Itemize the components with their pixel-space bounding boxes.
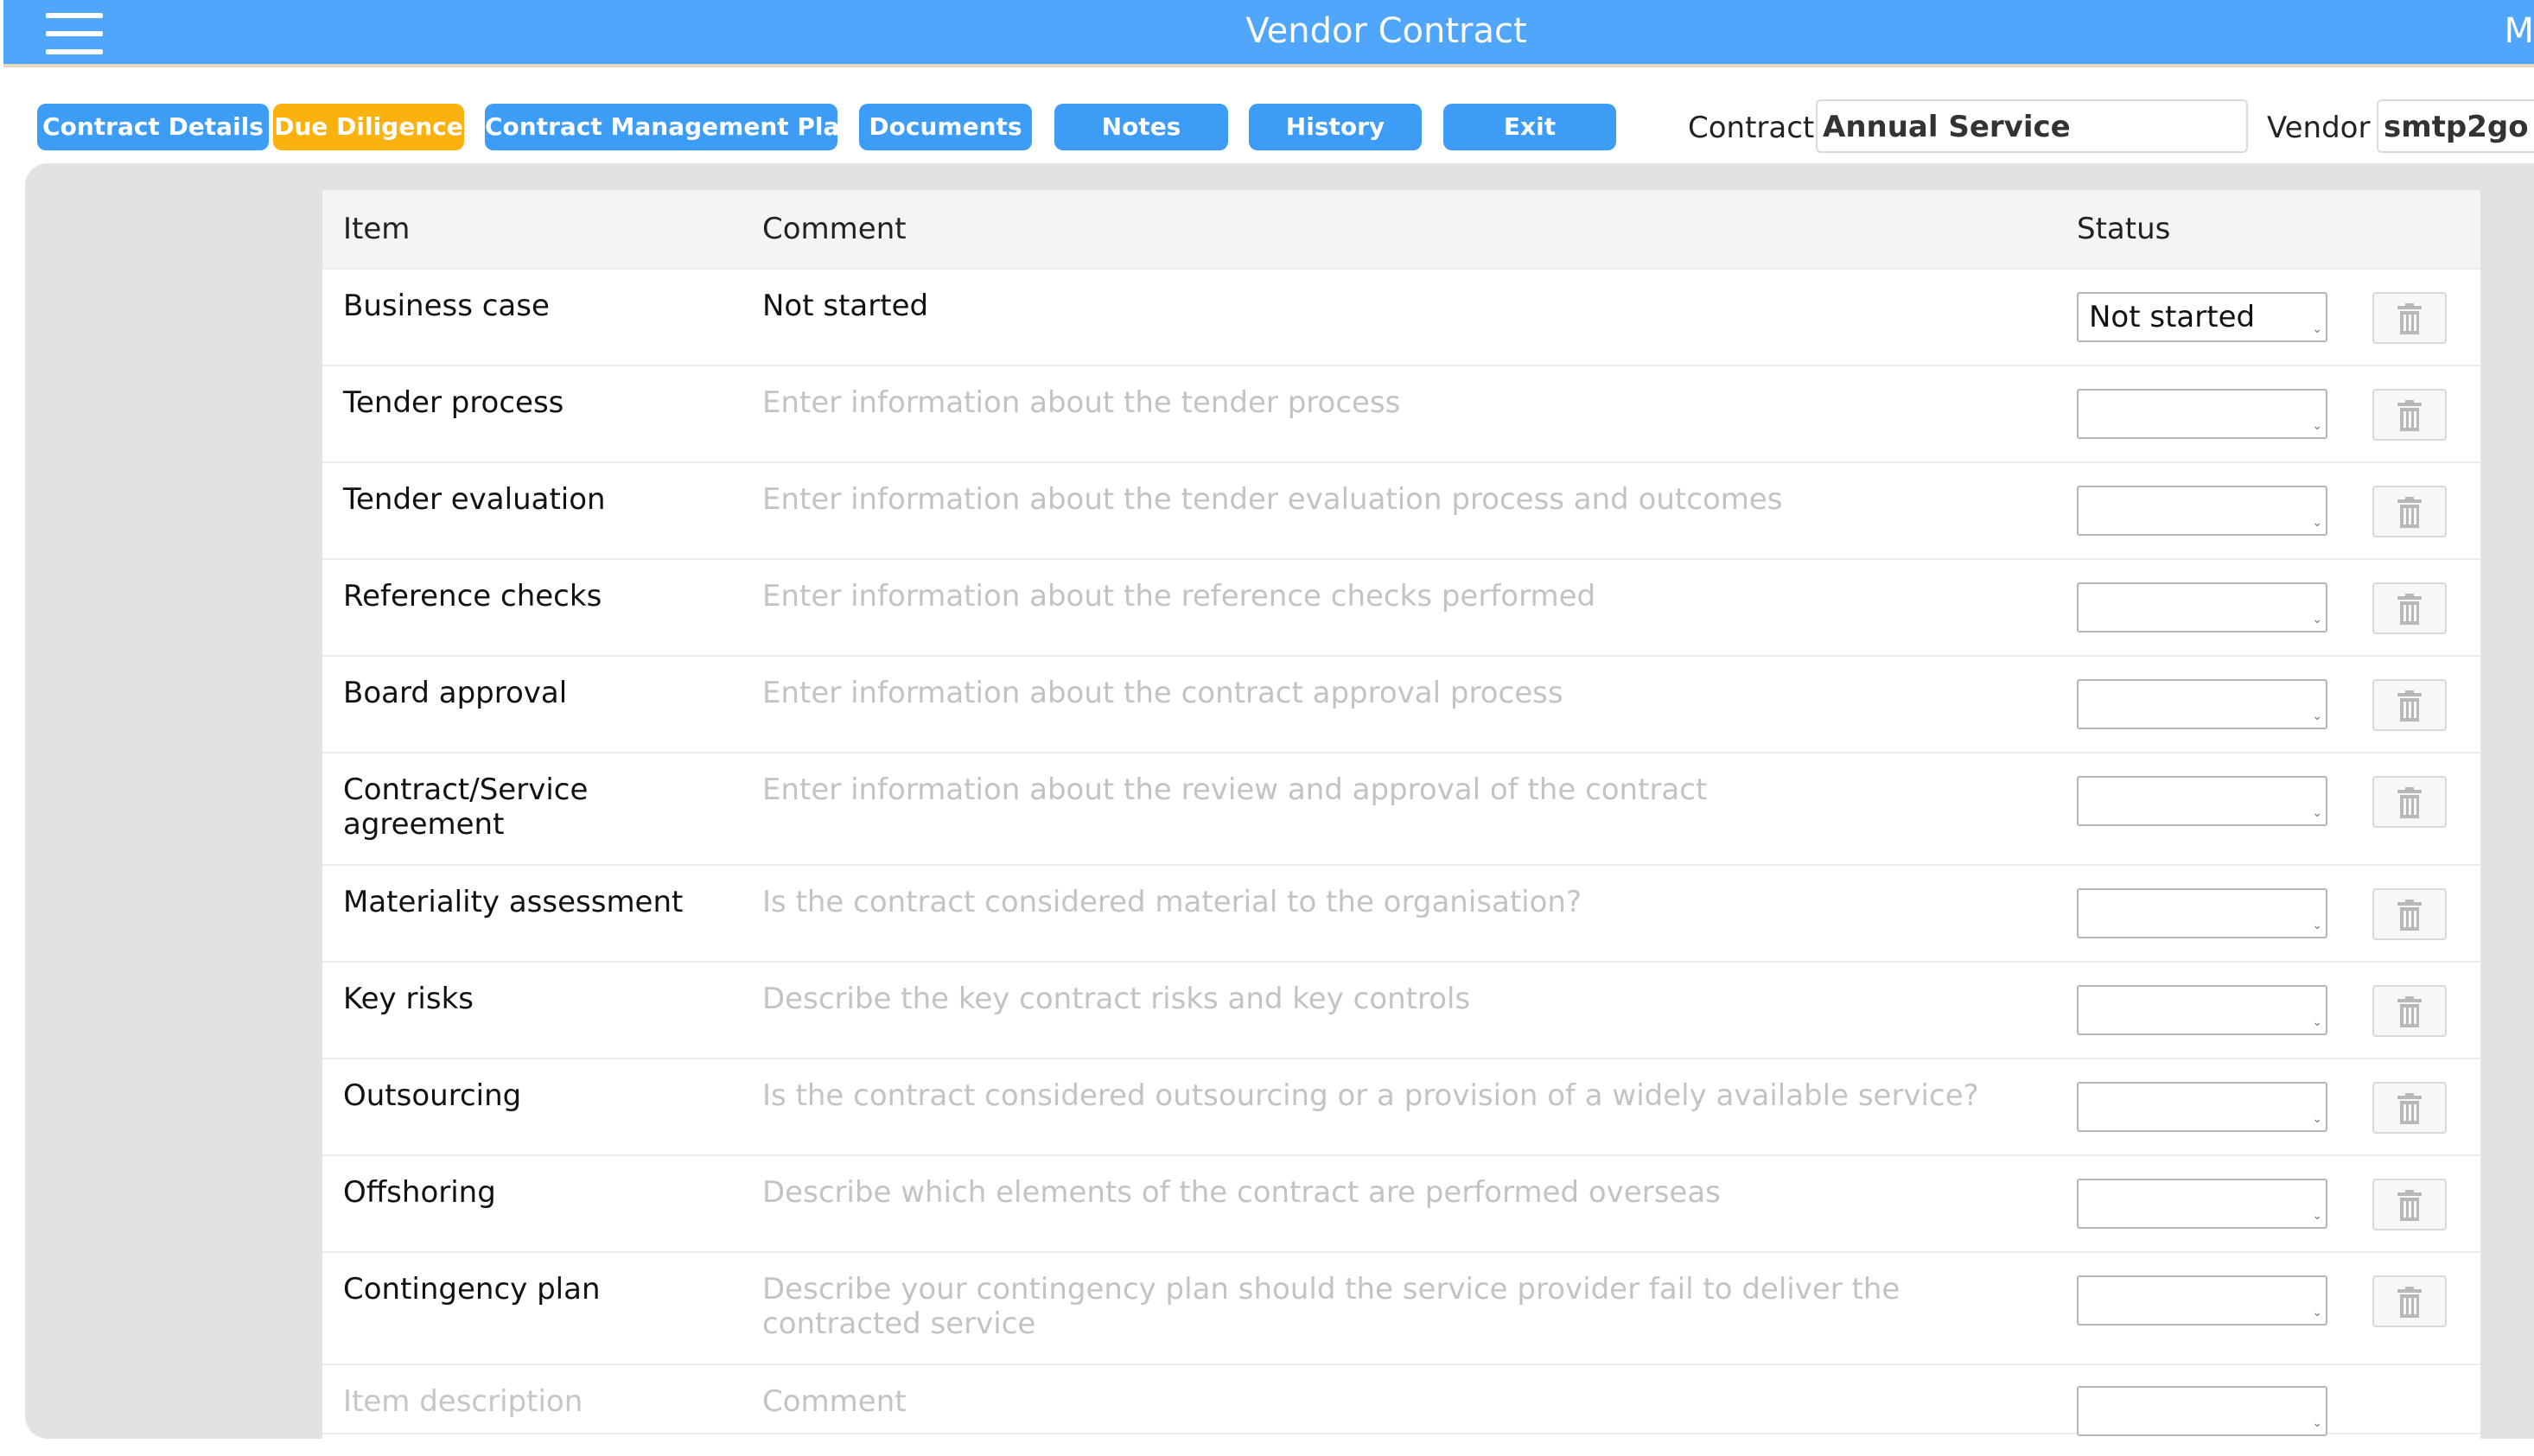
exit-button[interactable]: Exit bbox=[1443, 104, 1616, 150]
table-row: Tender evaluation Enter information about… bbox=[322, 463, 2480, 560]
documents-button[interactable]: Documents bbox=[859, 104, 1032, 150]
chevron-down-icon: ⌄ bbox=[2312, 1306, 2322, 1319]
notes-button[interactable]: Notes bbox=[1054, 104, 1228, 150]
vendor-label: Vendor bbox=[2267, 111, 2371, 145]
comment-cell[interactable]: Describe your contingency plan should th… bbox=[762, 1272, 2033, 1341]
delete-row-button[interactable] bbox=[2372, 776, 2447, 828]
hamburger-menu-icon[interactable] bbox=[46, 10, 103, 58]
comment-cell[interactable]: Is the contract considered material to t… bbox=[762, 885, 2033, 919]
table-row: Contingency plan Describe your contingenc… bbox=[322, 1253, 2480, 1365]
comment-cell[interactable]: Is the contract considered outsourcing o… bbox=[762, 1078, 2033, 1113]
table-row: Materiality assessment Is the contract co… bbox=[322, 866, 2480, 963]
comment-cell[interactable]: Enter information about the reference ch… bbox=[762, 579, 2033, 614]
table-row: Contract/Service agreement Enter informat… bbox=[322, 753, 2480, 866]
status-dropdown[interactable]: ⌄ bbox=[2077, 1179, 2327, 1229]
delete-row-button[interactable] bbox=[2372, 292, 2447, 344]
delete-row-button[interactable] bbox=[2372, 985, 2447, 1037]
status-dropdown[interactable]: ⌄ bbox=[2077, 888, 2327, 938]
due-diligence-button[interactable]: Due Diligence bbox=[273, 104, 464, 150]
new-item-comment-input[interactable]: Comment bbox=[762, 1384, 2033, 1419]
table-row: Tender process Enter information about th… bbox=[322, 366, 2480, 463]
status-dropdown[interactable]: ⌄ bbox=[2077, 389, 2327, 439]
comment-cell[interactable]: Enter information about the tender evalu… bbox=[762, 482, 2033, 517]
chevron-down-icon: ⌄ bbox=[2312, 709, 2322, 723]
table-row: Board approval Enter information about th… bbox=[322, 657, 2480, 753]
table-header: Item Comment Status bbox=[322, 190, 2480, 270]
menu-bar-line bbox=[46, 31, 103, 36]
delete-row-button[interactable] bbox=[2372, 1082, 2447, 1134]
status-dropdown[interactable]: ⌄ bbox=[2077, 679, 2327, 729]
item-cell[interactable]: Reference checks bbox=[343, 579, 723, 614]
contract-details-button[interactable]: Contract Details bbox=[37, 104, 269, 150]
status-dropdown[interactable]: ⌄ bbox=[2077, 486, 2327, 536]
menu-bar-line bbox=[46, 49, 103, 54]
chevron-down-icon: ⌄ bbox=[2312, 1209, 2322, 1223]
history-button[interactable]: History bbox=[1249, 104, 1422, 150]
item-cell[interactable]: Tender process bbox=[343, 385, 723, 420]
item-cell[interactable]: Board approval bbox=[343, 676, 723, 710]
new-item-status-dropdown[interactable]: ⌄ bbox=[2077, 1386, 2327, 1436]
delete-row-button[interactable] bbox=[2372, 389, 2447, 441]
item-cell[interactable]: Contingency plan bbox=[343, 1272, 723, 1307]
menu-bar-line bbox=[46, 13, 103, 18]
table-row: Key risks Describe the key contract risks… bbox=[322, 963, 2480, 1059]
status-value: Not started bbox=[2089, 300, 2256, 334]
status-dropdown[interactable]: ⌄ bbox=[2077, 1082, 2327, 1132]
delete-row-button[interactable] bbox=[2372, 582, 2447, 634]
item-cell[interactable]: Tender evaluation bbox=[343, 482, 723, 517]
delete-row-button[interactable] bbox=[2372, 1179, 2447, 1230]
window-title: Vendor Contract bbox=[1245, 11, 1527, 51]
status-column-header: Status bbox=[2077, 212, 2171, 246]
new-item-row: Item description Comment ⌄ bbox=[322, 1365, 2480, 1436]
delete-row-button[interactable] bbox=[2372, 888, 2447, 940]
status-dropdown[interactable]: ⌄ bbox=[2077, 776, 2327, 826]
table-row: Reference checks Enter information about … bbox=[322, 560, 2480, 657]
comment-cell[interactable]: Enter information about the review and a… bbox=[762, 773, 2033, 807]
comment-cell[interactable]: Not started bbox=[762, 289, 2033, 323]
contract-management-plan-button[interactable]: Contract Management Plan bbox=[485, 104, 856, 150]
chevron-down-icon: ⌄ bbox=[2312, 1112, 2322, 1126]
item-cell[interactable]: Contract/Service agreement bbox=[343, 773, 723, 842]
chevron-down-icon: ⌄ bbox=[2312, 1416, 2322, 1430]
item-cell[interactable]: Offshoring bbox=[343, 1175, 723, 1210]
new-item-description-input[interactable]: Item description bbox=[343, 1384, 723, 1419]
title-bar-edge-text: M bbox=[2504, 11, 2534, 51]
chevron-down-icon: ⌄ bbox=[2312, 806, 2322, 820]
contract-field[interactable]: Annual Service bbox=[1816, 99, 2248, 153]
comment-column-header: Comment bbox=[762, 212, 907, 246]
chevron-down-icon: ⌄ bbox=[2312, 516, 2322, 530]
chevron-down-icon: ⌄ bbox=[2312, 322, 2322, 336]
item-cell[interactable]: Materiality assessment bbox=[343, 885, 723, 919]
item-cell[interactable]: Outsourcing bbox=[343, 1078, 723, 1113]
item-cell[interactable]: Key risks bbox=[343, 982, 723, 1016]
chevron-down-icon: ⌄ bbox=[2312, 919, 2322, 932]
status-dropdown[interactable]: ⌄ bbox=[2077, 985, 2327, 1035]
comment-cell[interactable]: Enter information about the contract app… bbox=[762, 676, 2033, 710]
table-row: Outsourcing Is the contract considered ou… bbox=[322, 1059, 2480, 1156]
table-body: Business case Not started Not started ⌄ Tend… bbox=[322, 270, 2480, 1436]
item-column-header: Item bbox=[343, 212, 411, 246]
contract-label: Contract bbox=[1688, 111, 1815, 145]
chevron-down-icon: ⌄ bbox=[2312, 613, 2322, 626]
status-dropdown[interactable]: ⌄ bbox=[2077, 582, 2327, 633]
delete-row-button[interactable] bbox=[2372, 1275, 2447, 1327]
vendor-field[interactable]: smtp2go bbox=[2377, 99, 2534, 153]
status-dropdown[interactable]: ⌄ bbox=[2077, 1275, 2327, 1326]
table-row: Business case Not started Not started ⌄ bbox=[322, 270, 2480, 366]
comment-cell[interactable]: Enter information about the tender proce… bbox=[762, 385, 2033, 420]
comment-cell[interactable]: Describe the key contract risks and key … bbox=[762, 982, 2033, 1016]
delete-row-button[interactable] bbox=[2372, 679, 2447, 731]
chevron-down-icon: ⌄ bbox=[2312, 419, 2322, 433]
comment-cell[interactable]: Describe which elements of the contract … bbox=[762, 1175, 2033, 1210]
status-dropdown[interactable]: Not started ⌄ bbox=[2077, 292, 2327, 342]
item-cell[interactable]: Business case bbox=[343, 289, 723, 323]
table-row: Offshoring Describe which elements of the… bbox=[322, 1156, 2480, 1253]
chevron-down-icon: ⌄ bbox=[2312, 1015, 2322, 1029]
title-bar: Vendor Contract M bbox=[3, 0, 2534, 67]
due-diligence-table: Item Comment Status Business case Not sta… bbox=[322, 190, 2480, 1439]
delete-row-button[interactable] bbox=[2372, 486, 2447, 537]
